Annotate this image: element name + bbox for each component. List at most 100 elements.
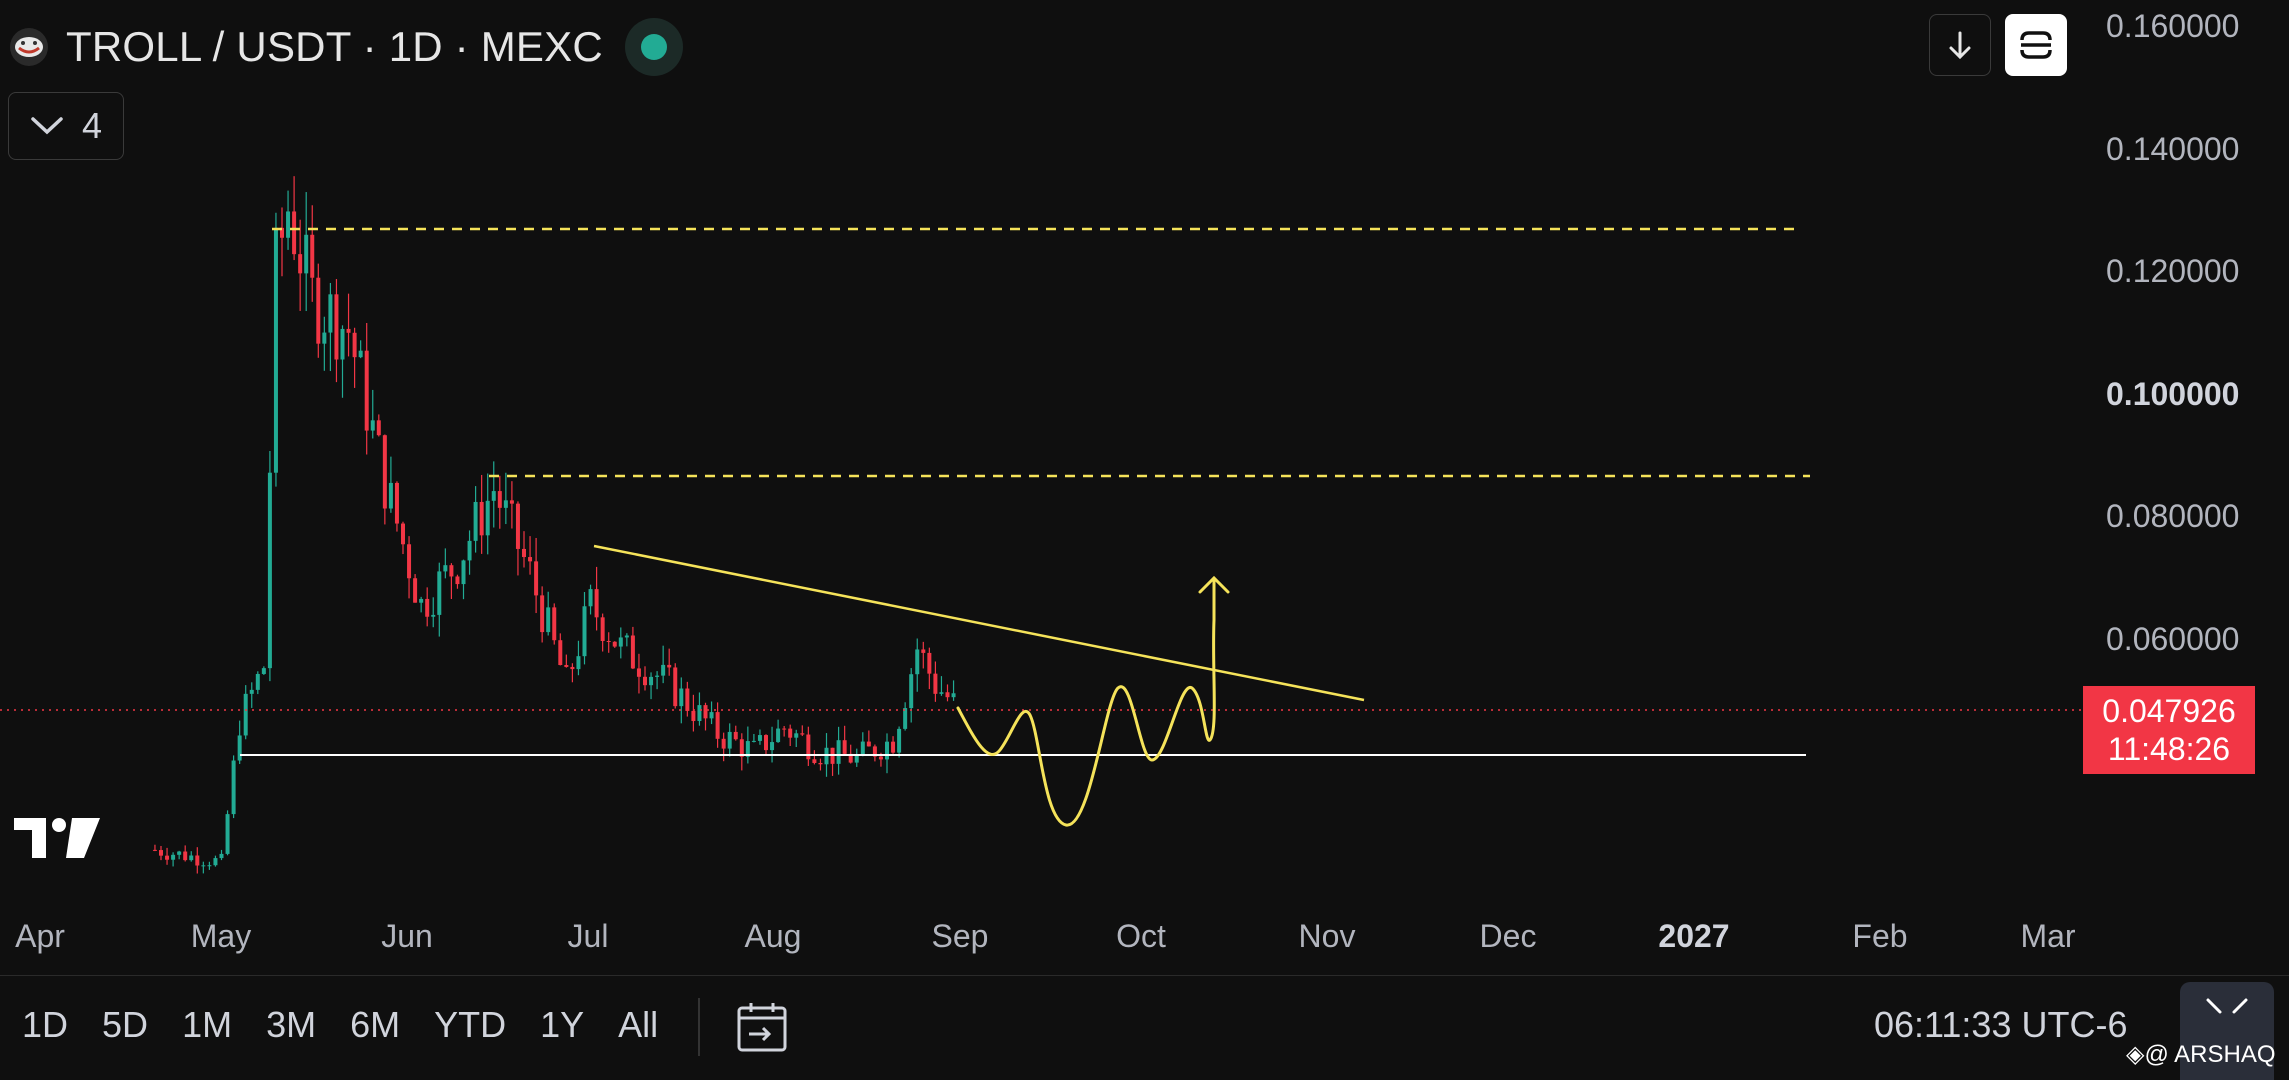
price-axis-label: 0.140000 xyxy=(2106,131,2240,167)
candle-body xyxy=(455,576,460,585)
descending-trendline xyxy=(593,544,1365,702)
arrow-down-icon xyxy=(1949,31,1971,60)
candle-body xyxy=(703,705,708,719)
watermark-credit: ◈@ ARSHAQ xyxy=(2126,1041,2276,1068)
candle-body xyxy=(558,640,563,666)
indicators-collapse-button[interactable]: 4 xyxy=(8,92,124,160)
candle-body xyxy=(473,501,478,541)
candle-body xyxy=(600,617,605,641)
price-axis-label: 0.100000 xyxy=(2106,376,2240,412)
candle-body xyxy=(292,211,297,255)
candle-body xyxy=(751,740,756,742)
candle-body xyxy=(394,482,399,524)
candle-body xyxy=(437,571,442,615)
time-axis-label: Dec xyxy=(1479,918,1537,954)
time-axis-label: Jul xyxy=(567,918,609,954)
current-price-value: 0.047926 xyxy=(2102,693,2236,729)
range-all-button[interactable]: All xyxy=(618,1004,658,1046)
candle-body xyxy=(340,328,345,360)
candle-body xyxy=(219,853,224,859)
candle-body xyxy=(273,227,278,473)
candle-body xyxy=(370,420,375,431)
candle-body xyxy=(794,733,799,738)
candle-body xyxy=(939,692,944,694)
range-1y-button[interactable]: 1Y xyxy=(540,1004,584,1046)
candle-body xyxy=(449,565,454,577)
candle-body xyxy=(540,595,545,633)
candle-body xyxy=(909,674,914,709)
calendar-range-icon[interactable] xyxy=(735,1000,789,1059)
price-axis-label: 0.080000 xyxy=(2106,498,2240,534)
candle-body xyxy=(382,435,387,509)
price-axis-label: 0.060000 xyxy=(2106,621,2240,657)
candle-body xyxy=(921,649,926,653)
candle-body xyxy=(431,614,436,617)
candle-body xyxy=(189,855,194,861)
candle-body xyxy=(522,548,526,558)
candle-body xyxy=(213,858,218,866)
candle-body xyxy=(612,641,617,647)
time-axis-label: Nov xyxy=(1298,918,1356,954)
candle-body xyxy=(927,652,932,674)
candle-body xyxy=(630,635,635,669)
download-button[interactable] xyxy=(1929,14,1991,76)
range-1m-button[interactable]: 1M xyxy=(182,1004,232,1046)
candle-body xyxy=(425,598,430,617)
timezone-clock[interactable]: 06:11:33 UTC-6 xyxy=(1874,1004,2127,1046)
fullscreen-icon xyxy=(2206,998,2248,1014)
screenshot-icon xyxy=(2020,31,2052,59)
candle-body xyxy=(231,760,236,815)
range-3m-button[interactable]: 3M xyxy=(266,1004,316,1046)
candle-body xyxy=(461,560,466,585)
candle-body xyxy=(261,668,266,674)
candle-body xyxy=(171,854,176,860)
candle-body xyxy=(891,741,896,753)
candle-body xyxy=(655,675,660,677)
time-axis-label: Apr xyxy=(15,918,65,954)
candle-body xyxy=(479,501,484,536)
screenshot-button[interactable] xyxy=(2005,14,2067,76)
candle-body xyxy=(407,544,412,579)
candle-body xyxy=(885,741,889,760)
candle-body xyxy=(836,740,841,764)
candle-body xyxy=(255,673,260,690)
candle-body xyxy=(897,728,902,753)
candle-body xyxy=(570,666,575,670)
candle-body xyxy=(685,688,690,711)
candle-body xyxy=(709,712,714,719)
troll-face-icon[interactable] xyxy=(10,28,48,66)
candle-body xyxy=(576,656,581,670)
candle-body xyxy=(503,500,508,508)
candle-body xyxy=(727,731,732,749)
candle-body xyxy=(673,667,678,707)
candle-body xyxy=(443,565,448,572)
candle-body xyxy=(764,735,768,751)
candle-body xyxy=(945,692,950,698)
symbol-title[interactable]: TROLL / USDT · 1D · MEXC xyxy=(66,23,603,71)
candle-body xyxy=(286,211,291,238)
candle-body xyxy=(624,635,629,638)
candle-body xyxy=(388,482,393,509)
candle-body xyxy=(788,728,793,738)
candle-body xyxy=(497,491,502,508)
candle-body xyxy=(691,710,696,722)
range-6m-button[interactable]: 6M xyxy=(350,1004,400,1046)
range-5d-button[interactable]: 5D xyxy=(102,1004,148,1046)
tradingview-logo-icon[interactable] xyxy=(14,818,100,865)
candle-body xyxy=(183,851,188,861)
projected-price-path xyxy=(956,578,1216,827)
candle-body xyxy=(249,689,254,694)
candle-body xyxy=(177,851,182,855)
candle-body xyxy=(860,741,865,755)
candle-body xyxy=(467,540,472,561)
time-axis-label: Mar xyxy=(2020,918,2076,954)
current-price-tag: 0.047926 11:48:26 xyxy=(2083,686,2255,774)
range-1d-button[interactable]: 1D xyxy=(22,1004,68,1046)
candle-body xyxy=(915,649,920,675)
candle-body xyxy=(267,472,272,669)
range-ytd-button[interactable]: YTD xyxy=(434,1004,506,1046)
candle-body xyxy=(159,850,163,856)
candle-body xyxy=(237,735,242,761)
price-axis-label: 0.120000 xyxy=(2106,253,2240,289)
candle-body xyxy=(509,500,514,504)
